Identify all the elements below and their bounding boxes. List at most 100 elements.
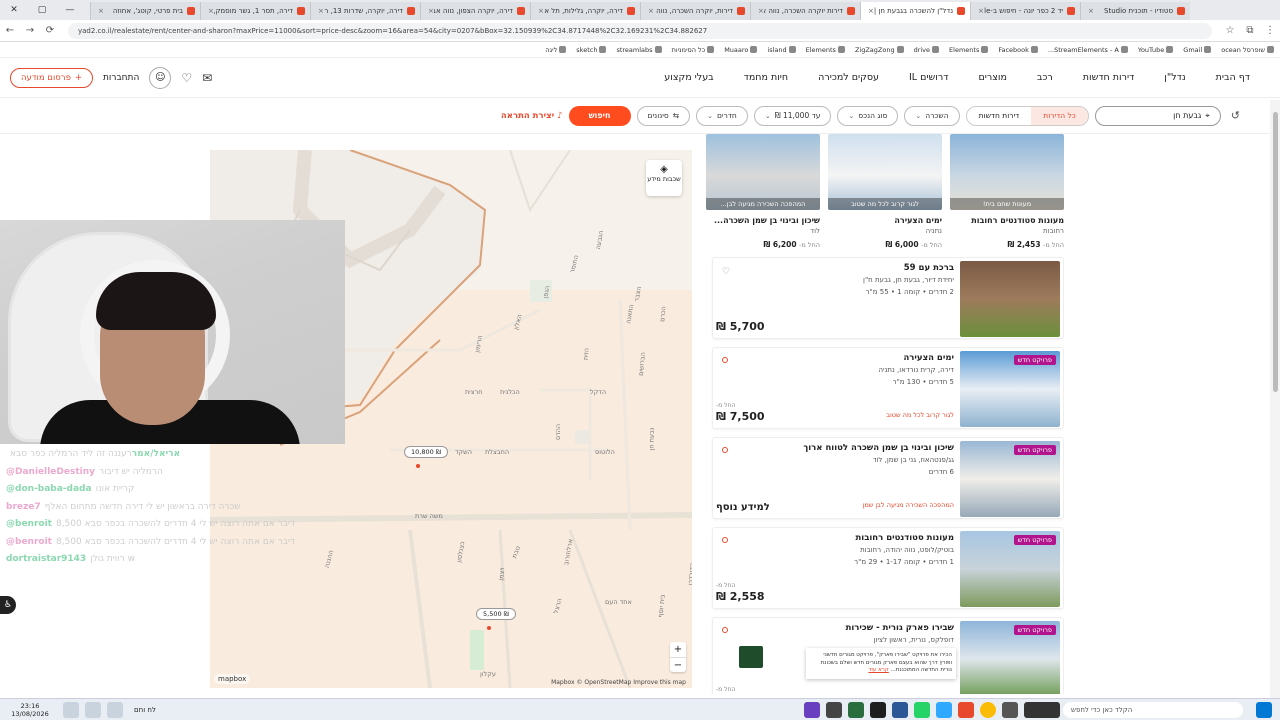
back-icon[interactable]: ←: [0, 21, 20, 41]
listing-image[interactable]: פרויקט חדש: [960, 351, 1060, 427]
listing-image[interactable]: פרויקט חדש: [960, 621, 1060, 694]
rooms-dropdown[interactable]: חדרים ⌄: [696, 105, 748, 126]
heart-icon[interactable]: ♡: [181, 71, 192, 85]
nav-item[interactable]: רכב: [1037, 72, 1053, 83]
login-link[interactable]: התחברות: [103, 73, 139, 83]
app-icon[interactable]: [826, 701, 842, 718]
nav-item[interactable]: מוצרים: [978, 72, 1006, 83]
browser-tab[interactable]: יד 2 כפר יונה - חיפוש ב-Google×: [970, 2, 1080, 20]
location-input[interactable]: ⌖ גבעת חן: [1094, 105, 1221, 126]
browser-tab[interactable]: נדל"ן להשכרה בגבעת חן | יד2×: [860, 2, 970, 20]
listing-image[interactable]: [960, 261, 1060, 337]
map-marker[interactable]: [416, 464, 420, 468]
taskbar-search[interactable]: הקלד כאן כדי לחפש: [1063, 701, 1243, 718]
app-icon[interactable]: [1002, 701, 1018, 718]
bookmark-item[interactable]: YouTube: [1138, 46, 1174, 54]
search-button[interactable]: חיפוש: [568, 105, 631, 126]
user-icon[interactable]: ☺: [149, 66, 172, 89]
bookmark-item[interactable]: StreamElements - A...: [1048, 46, 1128, 54]
bookmark-item[interactable]: שופרסל ocean: [1221, 46, 1274, 54]
app-icon[interactable]: [936, 701, 952, 718]
bookmark-item[interactable]: Muaaro: [724, 46, 758, 54]
heart-icon[interactable]: ♡: [722, 267, 730, 277]
info-icon[interactable]: [722, 627, 728, 633]
deal-type-dropdown[interactable]: השכרה ⌄: [904, 105, 960, 126]
browser-tab[interactable]: דירה, יוקרה, גלילות, תל אביב×: [530, 2, 640, 20]
zoom-out-button[interactable]: −: [670, 657, 686, 672]
post-ad-button[interactable]: + פרסום מודעה: [10, 67, 94, 88]
project-card[interactable]: לגור קרוב לכל מה שטוב ימים הצעירה נתניה החל…: [828, 134, 942, 249]
project-image[interactable]: לגור קרוב לכל מה שטוב: [828, 134, 942, 210]
project-image[interactable]: מעונות שחם בית!: [950, 134, 1064, 210]
project-card[interactable]: מעונות שחם בית! מעונות סטודנטים רחובות רחו…: [950, 134, 1064, 249]
tab-close-icon[interactable]: ×: [98, 7, 104, 15]
browser-tab[interactable]: דירה, יוקרה הצפון, נווה אביבים×: [420, 2, 530, 20]
listing-card[interactable]: ברכת עם 59 יחידת דיור, גבעת חן, גבעת ח"ן 2…: [712, 257, 1064, 339]
tab-close-icon[interactable]: ×: [978, 7, 984, 15]
browser-tab[interactable]: דירה, תסר 1, גשר מוסמק, יוקרה×: [200, 2, 310, 20]
bookmark-item[interactable]: ליגה: [545, 46, 567, 54]
listing-card[interactable]: פרויקט חדש שיכון ובינוי בן שמן השכרה לטוו…: [712, 437, 1064, 519]
app-icon[interactable]: [870, 701, 886, 718]
tab-close-icon[interactable]: ×: [868, 7, 874, 15]
tab-close-icon[interactable]: ×: [538, 7, 544, 15]
nav-item[interactable]: חיות מחמד: [744, 72, 788, 83]
bookmark-star-icon[interactable]: ☆: [1220, 21, 1240, 41]
tray-icon[interactable]: [63, 701, 79, 718]
read-more-link[interactable]: קרא עוד: [868, 667, 888, 673]
tab-close-icon[interactable]: ×: [318, 7, 324, 15]
tab-close-icon[interactable]: ×: [208, 7, 214, 15]
page-scrollbar[interactable]: [1270, 100, 1280, 700]
bookmark-item[interactable]: drive: [914, 46, 940, 54]
clock[interactable]: 23:16 13/08/2026: [0, 702, 60, 718]
tab-close-icon[interactable]: ×: [1088, 7, 1094, 15]
nav-item[interactable]: דרושים IL: [909, 72, 948, 83]
nav-item[interactable]: עסקים למכירה: [818, 72, 879, 83]
chrome-icon[interactable]: [980, 701, 996, 718]
windows-start-icon[interactable]: [1256, 701, 1272, 718]
bookmark-item[interactable]: Elements: [806, 46, 845, 54]
app-icon[interactable]: [1024, 701, 1060, 718]
tab-close-icon[interactable]: ×: [428, 7, 434, 15]
reload-icon[interactable]: ⟳: [40, 21, 60, 41]
more-filters-button[interactable]: ⇆ סינונים: [636, 105, 691, 126]
info-icon[interactable]: [722, 447, 728, 453]
chat-icon[interactable]: ✉: [202, 71, 212, 85]
map-layers-button[interactable]: ◈ שכבות מידע: [646, 160, 682, 196]
close-window-icon[interactable]: ✕: [0, 0, 28, 20]
nav-item[interactable]: בעלי מקצוע: [664, 72, 713, 83]
bookmark-item[interactable]: ZigZagZong: [855, 46, 904, 54]
segment-all-apartments[interactable]: כל הדירות: [1031, 106, 1088, 125]
property-type-dropdown[interactable]: סוג הנכס ⌄: [837, 105, 899, 126]
tab-close-icon[interactable]: ×: [758, 7, 764, 15]
create-alert-button[interactable]: ♪ יצירת התראה: [501, 111, 563, 121]
tab-close-icon[interactable]: ×: [648, 7, 654, 15]
app-icon[interactable]: [892, 701, 908, 718]
browser-tab[interactable]: דירות, יוקרה השכרה, נווה אביבים×: [640, 2, 750, 20]
listing-image[interactable]: פרויקט חדש: [960, 531, 1060, 607]
map-marker[interactable]: [487, 626, 491, 630]
listing-card[interactable]: פרויקט חדש ימים הצעירה דירה, קרית נורדאו, …: [712, 347, 1064, 429]
info-icon[interactable]: [722, 537, 728, 543]
segment-new-apartments[interactable]: דירות חדשות: [967, 107, 1032, 125]
project-card[interactable]: המהפכה השכירה מגיעה לבן... שיכון ובינוי ב…: [706, 134, 820, 249]
app-icon[interactable]: [914, 701, 930, 718]
nav-item[interactable]: נדל"ן: [1164, 72, 1185, 83]
accessibility-icon[interactable]: ♿: [0, 596, 16, 614]
app-icon[interactable]: [958, 701, 974, 718]
scrollbar-thumb[interactable]: [1273, 112, 1278, 392]
weather-widget[interactable]: לח וחם: [134, 706, 156, 714]
bookmark-item[interactable]: כל הסימניות: [672, 46, 715, 54]
forward-icon[interactable]: →: [20, 21, 40, 41]
map-price-pin[interactable]: 10,800 ₪: [404, 446, 448, 458]
nav-item[interactable]: דף הבית: [1216, 72, 1250, 83]
listing-image[interactable]: פרויקט חדש: [960, 441, 1060, 517]
tray-icon[interactable]: [85, 701, 101, 718]
browser-tab[interactable]: סטודיו - תוכנית Studio ×: [1080, 2, 1190, 20]
map-attribution[interactable]: Mapbox © OpenStreetMap Improve this map: [551, 679, 686, 686]
mapbox-logo[interactable]: mapbox: [214, 674, 251, 684]
extensions-icon[interactable]: ⧉: [1240, 21, 1260, 41]
bookmark-item[interactable]: Elements: [949, 46, 989, 54]
bookmark-item[interactable]: island: [767, 46, 796, 54]
bookmark-item[interactable]: streamlabs: [616, 46, 662, 54]
